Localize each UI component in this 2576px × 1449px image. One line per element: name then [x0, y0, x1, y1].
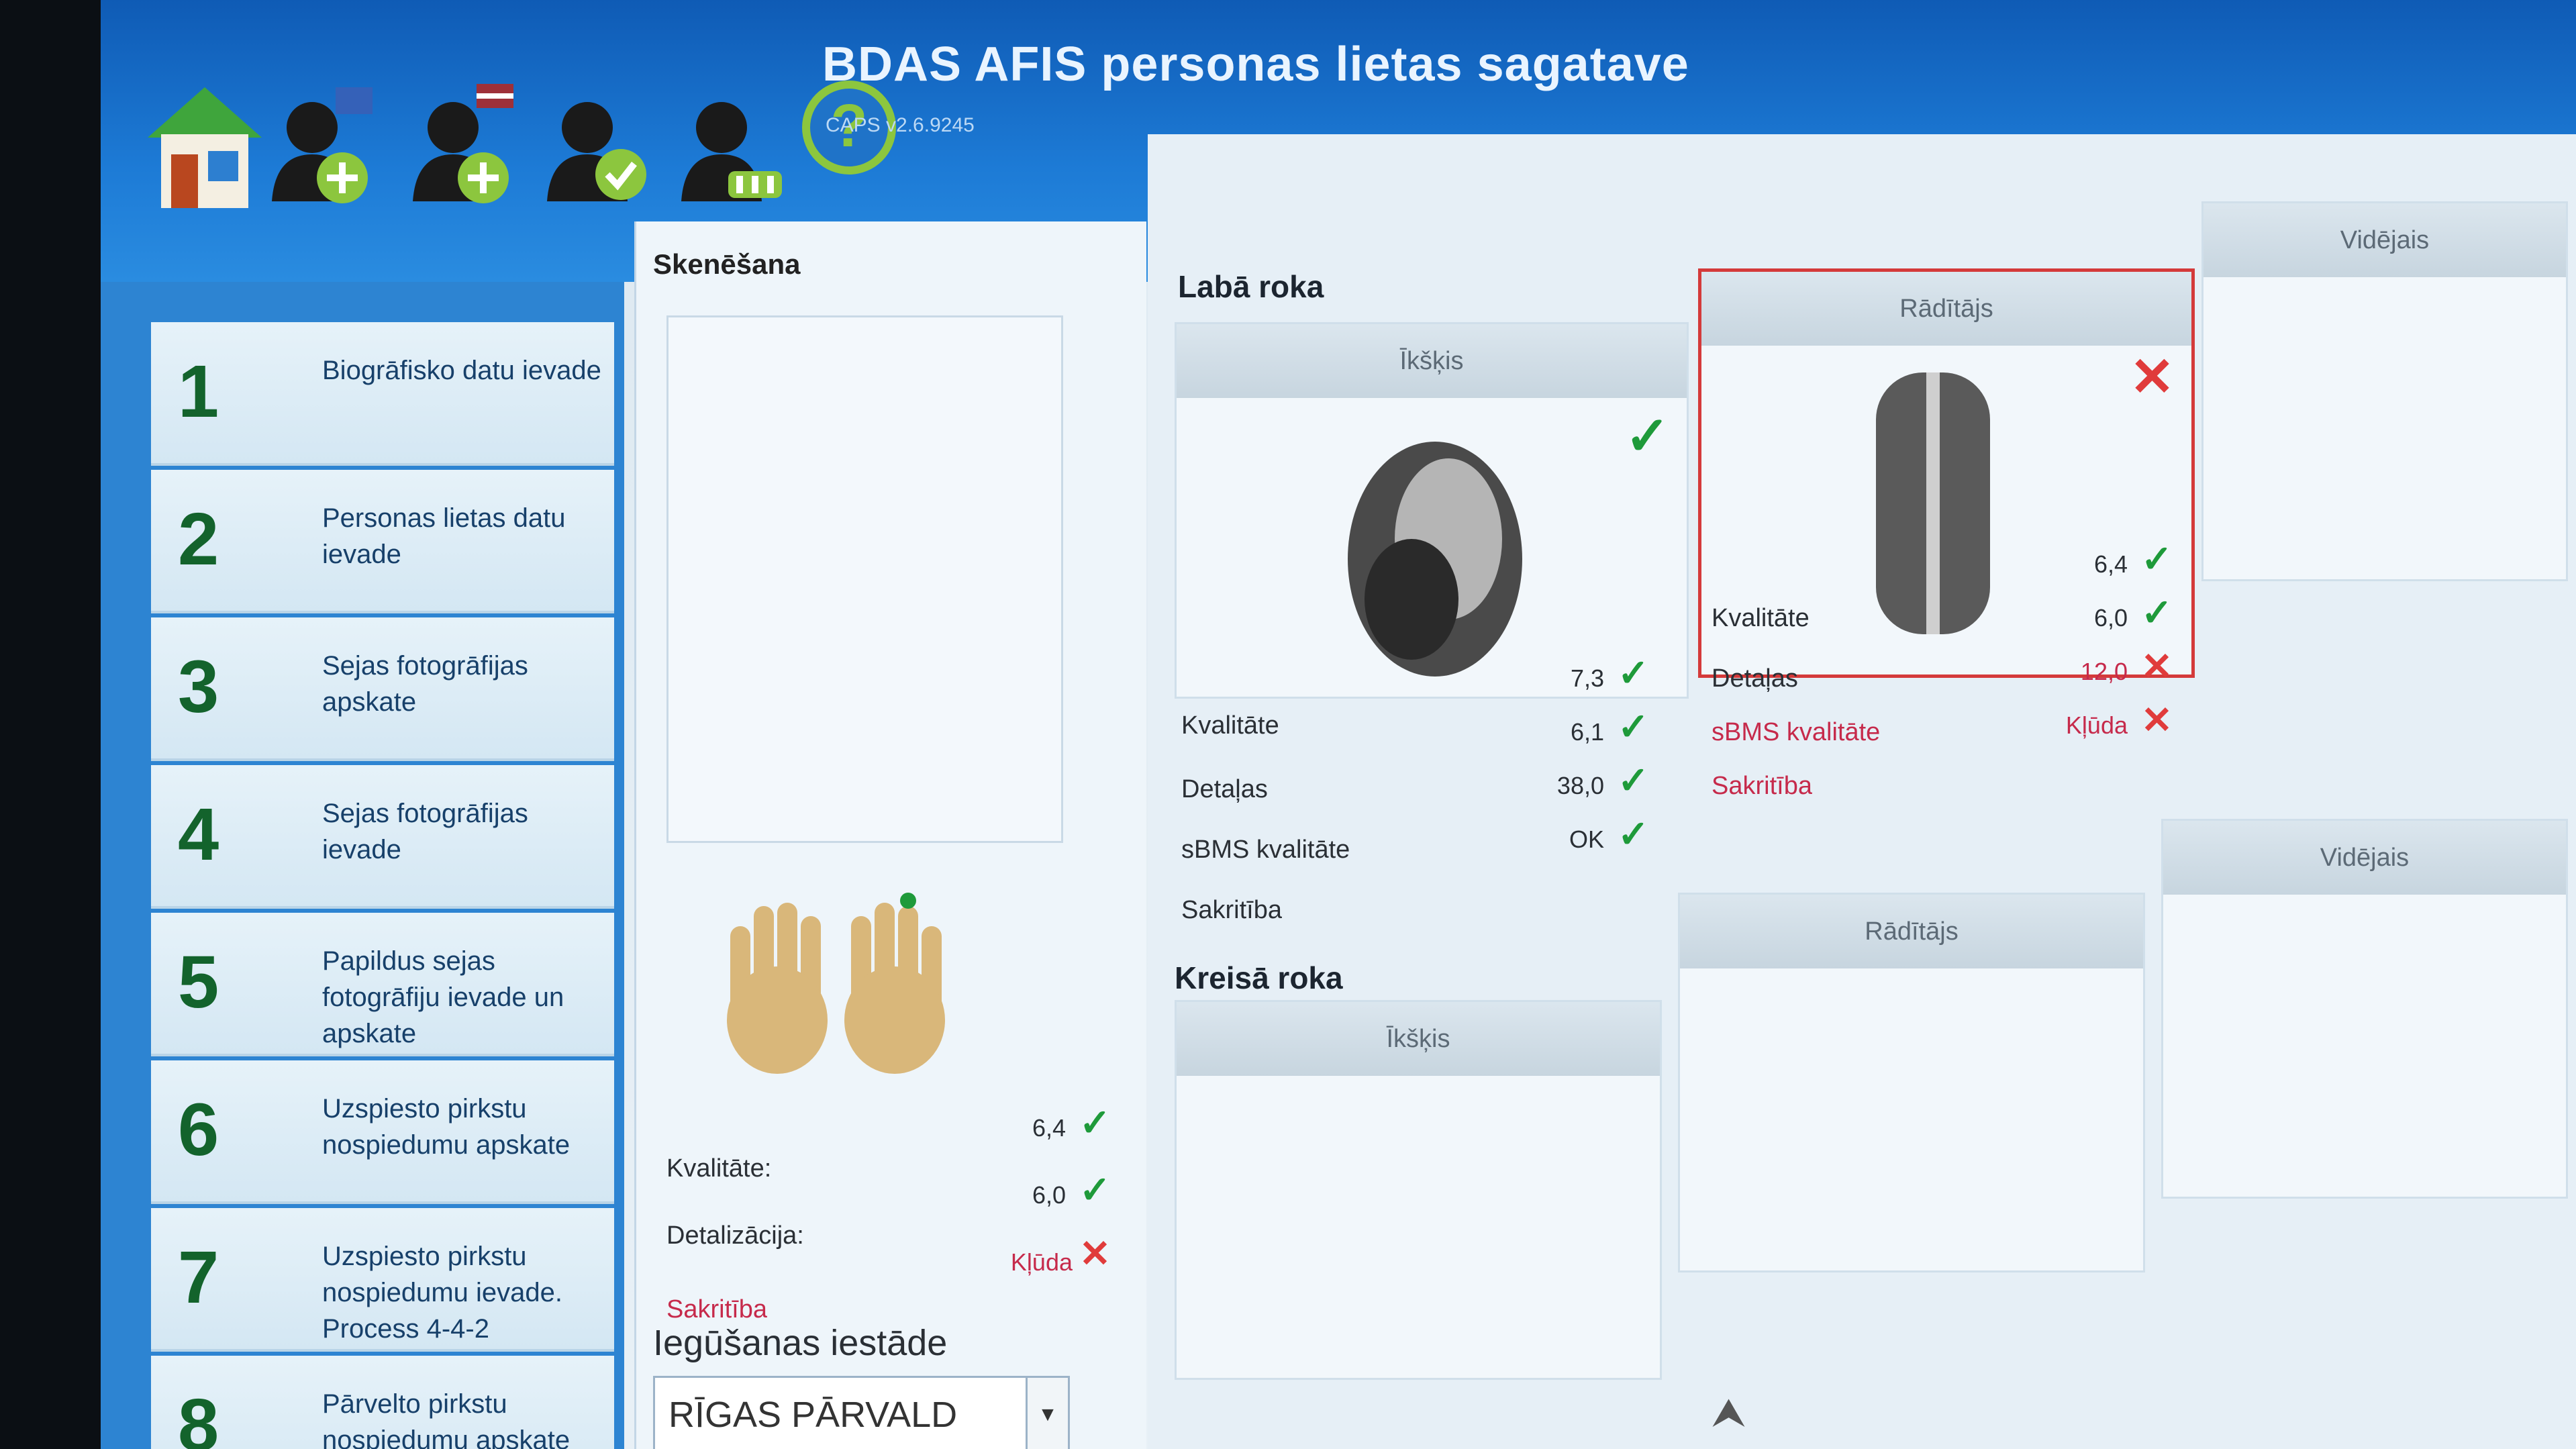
nav-number: 4 [178, 793, 219, 876]
check-icon: ✓ [1618, 759, 1649, 801]
nav-label: Biogrāfisko datu ievade [322, 356, 601, 385]
nav-number: 3 [178, 646, 219, 728]
check-icon: ✓ [2141, 591, 2173, 634]
metric-value: 7,3 [1570, 664, 1604, 692]
nav-number: 6 [178, 1089, 219, 1171]
verify-person-icon[interactable] [537, 74, 664, 215]
slot-header: Īkšķis [1177, 324, 1687, 398]
slot-header: Rādītājs [1701, 272, 2191, 346]
nav-label: Sejas fotogrāfijas ievade [322, 799, 528, 864]
check-icon: ✓ [1618, 705, 1649, 748]
sidebar-item-extra-face-photos[interactable]: 5 Papildus sejas fotogrāfiju ievade un a… [151, 913, 614, 1056]
metric-label: Detaļas [1181, 775, 1268, 803]
app-version: CAPS v2.6.9245 [826, 114, 975, 136]
mouse-cursor-icon: ⮝ [1712, 1390, 1746, 1435]
error-icon: ✕ [2141, 645, 2173, 687]
sidebar-item-biographic-data[interactable]: 1 Biogrāfisko datu ievade [151, 322, 614, 466]
scan-title: Skenēšana [653, 248, 801, 280]
check-icon: ✓ [1618, 813, 1649, 855]
fingerprint-image [1348, 442, 1522, 677]
sidebar-item-rolled-prints-view[interactable]: 8 Pārvelto pirkstu nospiedumu apskate [151, 1356, 614, 1449]
sidebar-item-flat-prints-view[interactable]: 6 Uzspiesto pirkstu nospiedumu apskate [151, 1060, 614, 1204]
sidebar-item-flat-prints-input[interactable]: 7 Uzspiesto pirkstu nospiedumu ievade. P… [151, 1208, 614, 1352]
nav-number: 5 [178, 941, 219, 1023]
scan-preview-area [666, 315, 1063, 843]
metric-value: Kļūda [2065, 711, 2128, 739]
right-hand-title: Labā roka [1178, 269, 1324, 304]
institution-select[interactable]: RĪGAS PĀRVALD [653, 1376, 1033, 1449]
right-middle-slot[interactable]: Vidējais [2201, 201, 2568, 581]
metric-value: 38,0 [1556, 772, 1604, 799]
check-icon: ✓ [1079, 1101, 1111, 1144]
left-index-slot[interactable]: Rādītājs [1678, 893, 2145, 1272]
check-icon: ✓ [1618, 652, 1649, 694]
home-icon[interactable] [141, 74, 268, 215]
nav-number: 2 [178, 498, 219, 581]
metric-label: Sakritība [1181, 896, 1282, 924]
scan-quality-value: 6,4 [1032, 1114, 1066, 1142]
sidebar-item-face-photo-view[interactable]: 3 Sejas fotogrāfijas apskate [151, 617, 614, 761]
add-person-lv-icon[interactable] [403, 74, 530, 215]
sidebar-item-case-data[interactable]: 2 Personas lietas datu ievade [151, 470, 614, 613]
check-icon: ✓ [1624, 406, 1670, 466]
nav-label: Pārvelto pirkstu nospiedumu apskate [322, 1389, 571, 1449]
sidebar-item-face-photo-input[interactable]: 4 Sejas fotogrāfijas ievade [151, 765, 614, 909]
metric-label: sBMS kvalitāte [1181, 836, 1350, 864]
slot-header: Vidējais [2163, 821, 2566, 895]
scan-match-label: Sakritība [666, 1295, 767, 1323]
institution-label: Iegūšanas iestāde [653, 1323, 948, 1363]
error-icon: ✕ [1079, 1232, 1111, 1275]
hands-icon [717, 886, 958, 1091]
left-hand-title: Kreisā roka [1175, 960, 1343, 995]
app-window: ? BDAS AFIS personas lietas sagatave CAP… [101, 0, 2576, 1449]
metric-value: 6,0 [2093, 604, 2128, 632]
nav-label: Sejas fotogrāfijas apskate [322, 651, 528, 717]
slot-header: Rādītājs [1680, 895, 2143, 968]
check-icon: ✓ [1079, 1168, 1111, 1211]
nav-label: Personas lietas datu ievade [322, 503, 566, 569]
error-icon: ✕ [2129, 347, 2175, 407]
metric-label: Detaļas [1712, 664, 1798, 693]
check-icon: ✓ [2141, 538, 2173, 580]
app-title: BDAS AFIS personas lietas sagatave [822, 38, 1689, 91]
metric-label: sBMS kvalitāte [1712, 718, 1881, 746]
nav-label: Uzspiesto pirkstu nospiedumu apskate [322, 1094, 571, 1160]
metric-label: Kvalitāte [1181, 711, 1279, 740]
metric-value: OK [1569, 826, 1604, 853]
right-thumb-slot[interactable]: Īkšķis ✓ [1175, 322, 1689, 699]
scan-detail-label: Detalizācija: [666, 1221, 804, 1250]
person-fingerprint-icon[interactable] [671, 74, 799, 215]
add-person-eu-icon[interactable] [262, 74, 389, 215]
nav-label: Uzspiesto pirkstu nospiedumu ievade. Pro… [322, 1242, 563, 1344]
metric-value: 6,1 [1570, 718, 1604, 746]
scan-detail-value: 6,0 [1032, 1181, 1066, 1209]
chevron-down-icon[interactable]: ▼ [1026, 1376, 1070, 1449]
scan-panel: Skenēšana 6,4 ✓ Kvalitāte: 6,0 ✓ Detaliz… [634, 221, 1146, 1449]
left-thumb-slot[interactable]: Īkšķis [1175, 1000, 1662, 1380]
metric-value: 12,0 [2080, 658, 2128, 685]
nav-number: 1 [178, 350, 219, 433]
sidebar: 1 Biogrāfisko datu ievade 2 Personas lie… [101, 282, 624, 1449]
nav-number: 7 [178, 1236, 219, 1319]
nav-label: Papildus sejas fotogrāfiju ievade un aps… [322, 946, 564, 1048]
metric-label: Kvalitāte [1712, 604, 1810, 632]
slot-header: Vidējais [2203, 203, 2566, 277]
left-middle-slot[interactable]: Vidējais [2161, 819, 2568, 1199]
error-icon: ✕ [2141, 699, 2173, 741]
fingerprint-area: Labā roka Īkšķis ✓ Rādītājs ✕ Vidējais K… [1148, 134, 2576, 1449]
metric-label: Sakritība [1712, 772, 1812, 800]
scan-quality-label: Kvalitāte: [666, 1154, 772, 1183]
metric-value: 6,4 [2093, 550, 2128, 578]
scan-match-value: Kļūda [1010, 1248, 1073, 1276]
fingerprint-image [1876, 372, 1990, 634]
slot-header: Īkšķis [1177, 1002, 1660, 1076]
nav-number: 8 [178, 1384, 219, 1449]
